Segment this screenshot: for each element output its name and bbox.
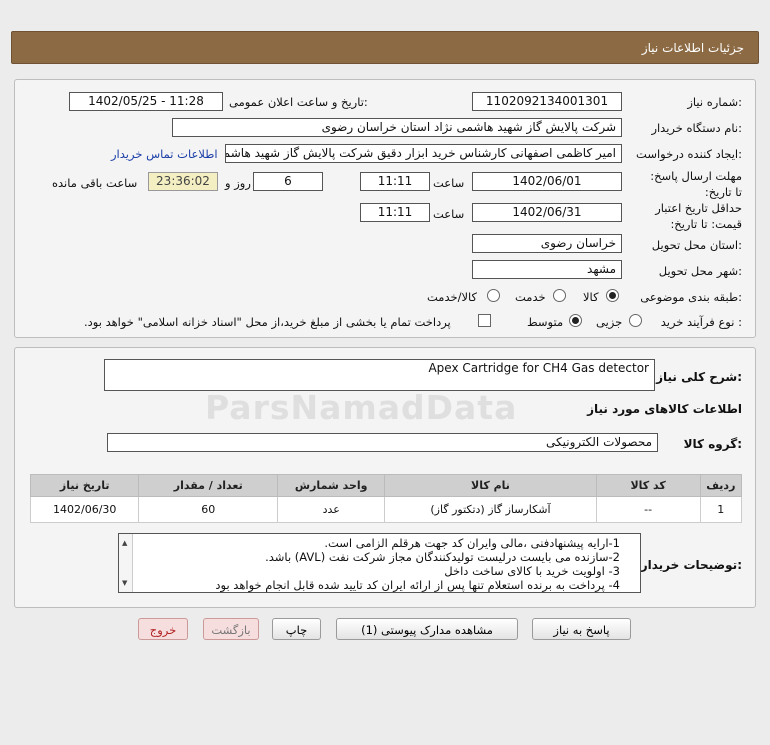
need-number-label: شماره نیاز:: [687, 95, 742, 109]
validity-label: حداقل تاریخ اعتبار قیمت: تا تاریخ:: [655, 201, 742, 231]
treasury-payment-label: پرداخت تمام یا بخشی از مبلغ خرید،از محل …: [84, 315, 451, 329]
reply-deadline-label: مهلت ارسال پاسخ: تا تاریخ:: [650, 169, 742, 199]
category-goods-service-label: کالا/خدمت: [427, 290, 478, 304]
table-header-row: ردیف کد کالا نام کالا واحد شمارش تعداد /…: [29, 474, 743, 497]
notes-line: 4- پرداخت به برنده استعلام تنها پس از ار…: [215, 578, 620, 592]
attachments-button[interactable]: مشاهده مدارک پیوستی (1): [336, 618, 518, 640]
creator-field: امیر کاظمی اصفهانی کارشناس خرید ابزار دق…: [225, 144, 622, 163]
back-button[interactable]: بازگشت: [203, 618, 259, 640]
goods-group-label: گروه کالا:: [683, 437, 742, 451]
treasury-payment-checkbox[interactable]: [478, 314, 491, 327]
col-name-header: نام کالا: [384, 474, 597, 497]
summary-field: Apex Cartridge for CH4 Gas detector: [104, 359, 655, 391]
buyer-org-label: نام دستگاه خریدار:: [651, 121, 742, 135]
scroll-down-icon[interactable]: ▼: [122, 576, 127, 590]
validity-time-field: 11:11: [360, 203, 430, 222]
notes-line: 1-ارایه پیشنهادفنی ،مالی وایران کد جهت ه…: [324, 536, 620, 550]
reply-date-field: 1402/06/01: [472, 172, 622, 191]
cell-date: 1402/06/30: [29, 496, 140, 523]
col-unit-header: واحد شمارش: [277, 474, 386, 497]
city-field: مشهد: [472, 260, 622, 279]
category-goods-label: کالا: [583, 290, 599, 304]
goods-info-title: اطلاعات کالاهای مورد نیاز: [587, 402, 742, 416]
table-row[interactable]: 1 -- آشکارساز گاز (دتکتور گاز) عدد 60 14…: [29, 496, 743, 523]
page-header: جزئیات اطلاعات نیاز: [11, 31, 759, 64]
notes-scrollbar[interactable]: ▲ ▼: [119, 534, 133, 592]
notes-label: توضیحات خریدار:: [640, 558, 742, 572]
col-date-header: تاریخ نیاز: [29, 474, 140, 497]
creator-label: ایجاد کننده درخواست:: [636, 147, 742, 161]
process-minor-radio[interactable]: [629, 314, 642, 327]
announce-date-field: 1402/05/25 - 11:28: [69, 92, 223, 111]
goods-table: ردیف کد کالا نام کالا واحد شمارش تعداد /…: [29, 474, 743, 523]
remaining-time-field: 23:36:02: [148, 172, 218, 191]
cell-qty: 60: [138, 496, 279, 523]
remaining-label: ساعت باقی مانده: [52, 176, 138, 190]
col-row-header: ردیف: [699, 474, 743, 497]
exit-button[interactable]: خروج: [138, 618, 188, 640]
category-goods-radio[interactable]: [606, 289, 619, 302]
announce-label: تاریخ و ساعت اعلان عمومی:: [229, 95, 368, 109]
notes-line: 2-سازنده می بایست درلیست تولیدکنندگان مج…: [265, 550, 620, 564]
reply-time-label: ساعت: [433, 176, 465, 190]
page-title: جزئیات اطلاعات نیاز: [641, 41, 744, 55]
cell-unit: عدد: [277, 496, 386, 523]
validity-time-label: ساعت: [433, 207, 465, 221]
col-qty-header: تعداد / مقدار: [138, 474, 279, 497]
process-medium-label: متوسط: [527, 315, 564, 329]
category-label: طبقه بندی موضوعی:: [640, 290, 742, 304]
process-label: نوع فرآیند خرید :: [660, 315, 742, 329]
cell-name: آشکارساز گاز (دتکتور گاز): [384, 496, 597, 523]
days-field: 6: [253, 172, 323, 191]
category-service-radio[interactable]: [553, 289, 566, 302]
days-label: روز و: [225, 176, 251, 190]
need-number-field: 1102092134001301: [472, 92, 622, 111]
summary-label: شرح کلی نیاز:: [656, 370, 742, 384]
buyer-org-field: شرکت پالایش گاز شهید هاشمی نژاد استان خر…: [172, 118, 622, 137]
province-field: خراسان رضوی: [472, 234, 622, 253]
notes-line: 3- اولویت خرید با کالای ساخت داخل: [444, 564, 620, 578]
reply-button[interactable]: پاسخ به نیاز: [532, 618, 631, 640]
validity-date-field: 1402/06/31: [472, 203, 622, 222]
city-label: شهر محل تحویل:: [658, 264, 742, 278]
scroll-up-icon[interactable]: ▲: [122, 536, 127, 550]
cell-row: 1: [699, 496, 743, 523]
col-code-header: کد کالا: [595, 474, 701, 497]
province-label: استان محل تحویل:: [651, 238, 742, 252]
reply-time-field: 11:11: [360, 172, 430, 191]
process-medium-radio[interactable]: [569, 314, 582, 327]
notes-textarea[interactable]: ▲ ▼ 1-ارایه پیشنهادفنی ،مالی وایران کد ج…: [118, 533, 641, 593]
goods-group-field: محصولات الکترونیکی: [107, 433, 658, 452]
category-service-label: خدمت: [515, 290, 546, 304]
category-goods-service-radio[interactable]: [487, 289, 500, 302]
process-minor-label: جزیی: [596, 315, 623, 329]
print-button[interactable]: چاپ: [272, 618, 321, 640]
cell-code: --: [595, 496, 701, 523]
buyer-contact-link[interactable]: اطلاعات تماس خریدار: [111, 147, 218, 161]
